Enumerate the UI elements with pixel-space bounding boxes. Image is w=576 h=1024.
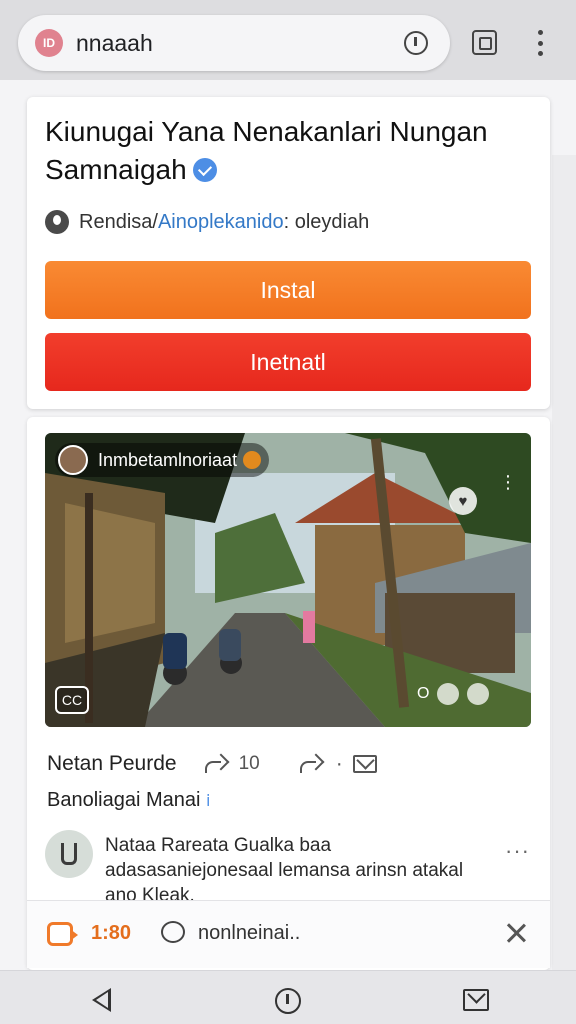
tabs-icon[interactable]: [472, 30, 497, 55]
install-secondary-button[interactable]: Inetnatl: [45, 333, 531, 391]
home-icon[interactable]: [275, 988, 301, 1014]
post-title: Kiunugai Yana Nenakanlari Nungan Samnaig…: [45, 113, 535, 189]
author-badge-icon: [243, 451, 262, 469]
meta-link[interactable]: Ainoplekanido: [158, 211, 284, 234]
subtitle-text: Banoliagai Manai: [47, 789, 201, 811]
close-icon[interactable]: [505, 922, 527, 944]
playback-icon[interactable]: [437, 683, 460, 705]
site-favicon-icon: ID: [35, 29, 63, 57]
reaction-icon[interactable]: [47, 922, 78, 946]
address-bar[interactable]: ID nnaaah: [18, 15, 450, 71]
system-nav-bar: [0, 970, 576, 1024]
browser-toolbar: ID nnaaah: [0, 0, 576, 80]
comment-text: Nataa Rareata Gualka baa adasasaniejones…: [105, 835, 464, 906]
meta-suffix: : oleydiah: [283, 210, 370, 233]
share-icon[interactable]: [203, 753, 229, 775]
captions-icon[interactable]: CC: [55, 686, 89, 714]
author-name: Inmbetamlnoriaat: [98, 449, 238, 470]
media-card: Inmbetamlnoriaat ♥ ⋮ CC O Netan Peurde 1…: [27, 417, 550, 970]
author-avatar: [58, 445, 88, 475]
forward-icon[interactable]: [298, 753, 324, 775]
mail-icon[interactable]: [352, 755, 377, 773]
photo-more-icon[interactable]: ⋮: [499, 473, 517, 491]
comment-item[interactable]: Nataa Rareata Gualka baa adasasaniejones…: [45, 830, 535, 906]
photo-control-label: O: [417, 685, 430, 702]
photo-author-chip[interactable]: Inmbetamlnoriaat: [55, 443, 270, 477]
subtitle-mark-icon: ⅰ: [206, 793, 211, 810]
commenter-avatar[interactable]: [45, 830, 93, 878]
photo-controls: O: [417, 683, 490, 705]
post-card: Kiunugai Yana Nenakanlari Nungan Samnaig…: [27, 97, 550, 409]
post-photo[interactable]: Inmbetamlnoriaat ♥ ⋮ CC O: [45, 433, 531, 727]
post-meta: Rendisa/Ainoplekanido: oleydiah: [45, 209, 369, 235]
heart-icon[interactable]: ♥: [449, 487, 477, 515]
action-title: Netan Peurde: [47, 752, 177, 775]
mail-nav-icon[interactable]: [463, 989, 489, 1011]
meta-prefix: Rendisa/: [79, 210, 158, 233]
page-info-icon[interactable]: [404, 31, 428, 55]
back-icon[interactable]: [92, 988, 111, 1012]
location-icon: [45, 210, 69, 234]
install-button[interactable]: Instal: [45, 261, 531, 319]
volume-icon[interactable]: [467, 683, 490, 705]
reaction-count: 1:80: [91, 922, 132, 944]
share-count: 10: [238, 753, 260, 774]
comment-icon[interactable]: [161, 921, 185, 943]
separator: ·: [335, 752, 343, 775]
comment-label[interactable]: nonlneinai..: [198, 922, 300, 945]
action-row: Netan Peurde 10 ·: [47, 749, 527, 779]
url-text[interactable]: nnaaah: [76, 30, 153, 57]
more-options-icon[interactable]: [528, 30, 552, 56]
post-subtitle: Banoliagai Manai ⅰ: [47, 789, 210, 812]
post-title-text: Kiunugai Yana Nenakanlari Nungan Samnaig…: [45, 116, 488, 185]
page-edge: [552, 155, 576, 970]
comment-more-icon[interactable]: ···: [505, 838, 530, 864]
card-footer: 1:80 nonlneinai..: [27, 900, 550, 968]
verified-icon: [192, 158, 217, 182]
